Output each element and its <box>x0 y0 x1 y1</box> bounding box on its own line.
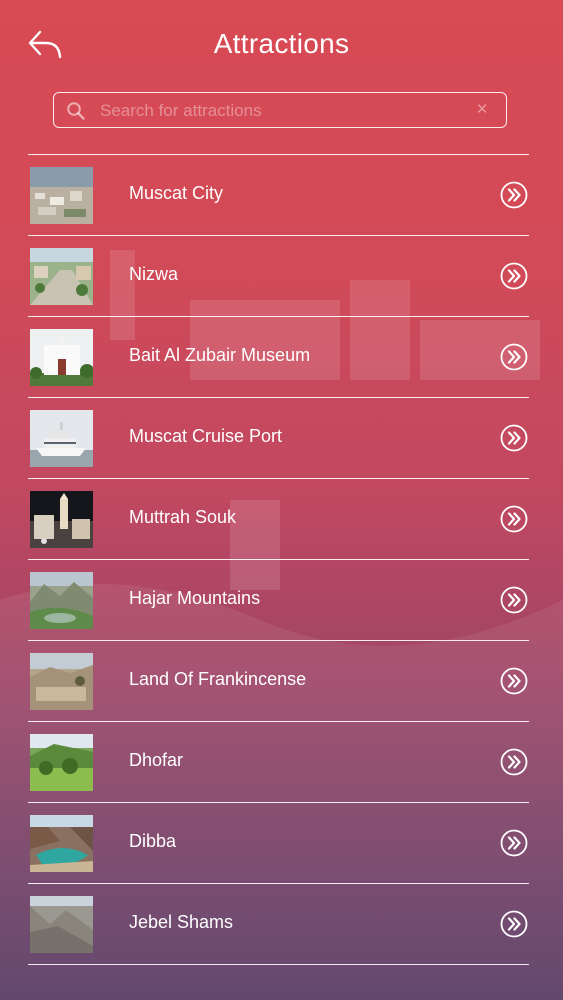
list-item-label: Nizwa <box>129 264 179 284</box>
list-item-label: Muscat Cruise Port <box>129 426 283 446</box>
page-title: Attractions <box>213 28 350 59</box>
thumbnail-image <box>30 572 93 629</box>
list-item-label: Hajar Mountains <box>129 588 261 608</box>
list-item-dibba[interactable]: Dibba <box>28 803 529 884</box>
list-item-label: Muttrah Souk <box>129 507 237 527</box>
attractions-screen: Attractions × Muscat City <box>0 0 563 1000</box>
chevron-double-right-icon[interactable] <box>500 586 528 614</box>
list-item-dhofar[interactable]: Dhofar <box>28 722 529 803</box>
list-item-land-of-frankincense[interactable]: Land Of Frankincense <box>28 641 529 722</box>
list-item-muttrah-souk[interactable]: Muttrah Souk <box>28 479 529 560</box>
thumbnail-image <box>30 815 93 872</box>
list-item-label: Land Of Frankincense <box>129 669 307 689</box>
list-item-muscat-city[interactable]: Muscat City <box>28 155 529 236</box>
search-icon <box>67 102 85 120</box>
list-item-label: Muscat City <box>129 183 224 203</box>
list-item-label: Dibba <box>129 831 177 851</box>
chevron-double-right-icon[interactable] <box>500 262 528 290</box>
thumbnail-image <box>30 734 93 791</box>
search-bar[interactable]: × <box>53 92 507 128</box>
list-item-label: Dhofar <box>129 750 184 770</box>
attractions-list: Muscat City Nizwa Bait Al Zubair Museum … <box>28 154 529 965</box>
thumbnail-image <box>30 653 93 710</box>
search-input[interactable] <box>98 97 462 125</box>
chevron-double-right-icon[interactable] <box>500 343 528 371</box>
chevron-double-right-icon[interactable] <box>500 667 528 695</box>
thumbnail-image <box>30 896 93 953</box>
list-item-nizwa[interactable]: Nizwa <box>28 236 529 317</box>
list-item-label: Jebel Shams <box>129 912 234 932</box>
thumbnail-image <box>30 410 93 467</box>
chevron-double-right-icon[interactable] <box>500 910 528 938</box>
thumbnail-image <box>30 167 93 224</box>
thumbnail-image <box>30 248 93 305</box>
header-bar: Attractions <box>0 0 563 92</box>
list-item-label: Bait Al Zubair Museum <box>129 345 311 365</box>
clear-icon[interactable]: × <box>472 100 492 120</box>
thumbnail-image <box>30 491 93 548</box>
list-item-jebel-shams[interactable]: Jebel Shams <box>28 884 529 965</box>
chevron-double-right-icon[interactable] <box>500 829 528 857</box>
list-item-hajar-mountains[interactable]: Hajar Mountains <box>28 560 529 641</box>
thumbnail-image <box>30 329 93 386</box>
chevron-double-right-icon[interactable] <box>500 181 528 209</box>
list-item-muscat-cruise-port[interactable]: Muscat Cruise Port <box>28 398 529 479</box>
chevron-double-right-icon[interactable] <box>500 424 528 452</box>
chevron-double-right-icon[interactable] <box>500 748 528 776</box>
chevron-double-right-icon[interactable] <box>500 505 528 533</box>
list-item-bait-al-zubair-museum[interactable]: Bait Al Zubair Museum <box>28 317 529 398</box>
